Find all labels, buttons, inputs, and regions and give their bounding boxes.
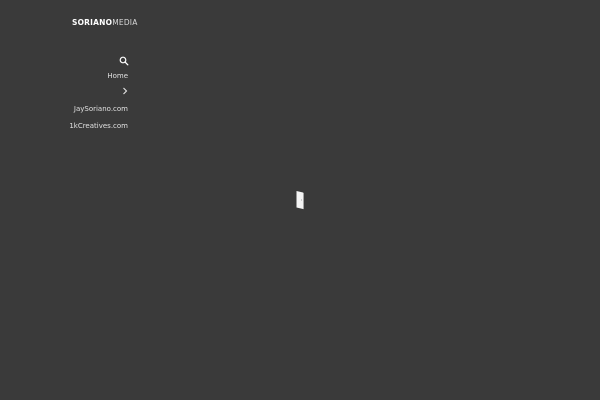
nav-item-home-label[interactable]: Home <box>69 68 128 85</box>
nav-item-jaysoriano[interactable]: JaySoriano.com <box>69 101 128 118</box>
search-button[interactable] <box>119 51 129 66</box>
chevron-right-icon <box>123 87 128 94</box>
nav-item-home[interactable]: Home <box>69 68 128 101</box>
nav-item-1kcreatives[interactable]: 1kCreatives.com <box>69 118 128 135</box>
logo-light-text: MEDIA <box>112 18 138 27</box>
nav-item-1kcreatives-label[interactable]: 1kCreatives.com <box>69 118 128 135</box>
logo-bold-text: SORIANO <box>72 18 113 27</box>
page: SORIANOMEDIA Home JaySoriano.com 1kCreat… <box>0 0 600 400</box>
loading-indicator <box>296 190 304 210</box>
loading-door-icon <box>296 191 304 210</box>
main-nav: Home JaySoriano.com 1kCreatives.com <box>69 68 128 134</box>
site-logo[interactable]: SORIANOMEDIA <box>72 17 138 29</box>
search-icon <box>119 56 129 66</box>
nav-item-jaysoriano-label[interactable]: JaySoriano.com <box>69 101 128 118</box>
